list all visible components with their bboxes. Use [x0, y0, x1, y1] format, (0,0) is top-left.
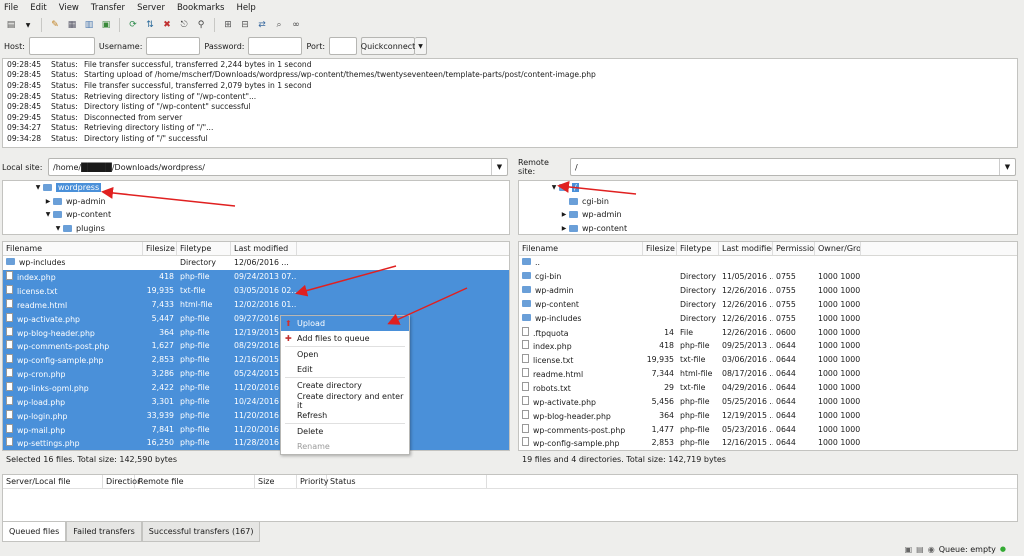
annotation-arrow — [387, 287, 468, 325]
filter-status-icon: ▤ — [916, 544, 924, 554]
annotation-arrows — [101, 180, 637, 325]
queue-led-icon: ● — [999, 545, 1006, 553]
queue-status: Queue: empty — [938, 544, 996, 554]
annotation-arrow — [295, 265, 397, 297]
annotation-arrow — [101, 186, 236, 207]
status-bar: ▣ ▤ ◉ Queue: empty ● — [0, 542, 1024, 556]
lock-icon: ▣ — [904, 544, 913, 554]
speed-icon: ◉ — [927, 544, 935, 554]
annotation-arrow — [557, 180, 637, 195]
